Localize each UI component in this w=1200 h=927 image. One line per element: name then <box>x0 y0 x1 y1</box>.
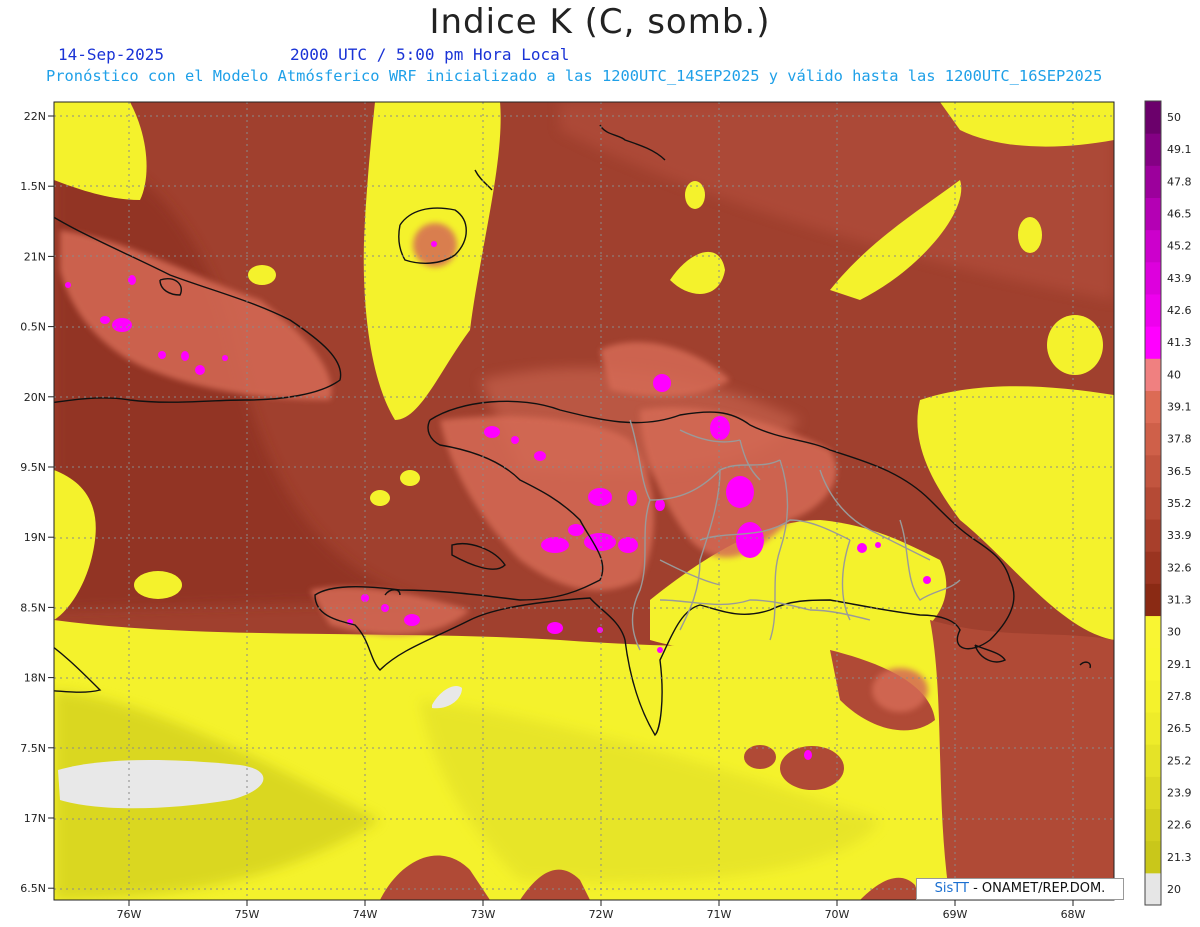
legend-label: 42.6 <box>1167 304 1192 317</box>
legend-label: 32.6 <box>1167 561 1192 574</box>
legend-swatch <box>1145 326 1161 359</box>
longitude-axis: 76W 75W 74W 73W 72W 71W 70W 69W 68W <box>117 900 1086 921</box>
lon-tick-label: 76W <box>117 908 142 921</box>
legend-label: 33.9 <box>1167 529 1192 542</box>
legend-label: 36.5 <box>1167 465 1192 478</box>
legend-swatch <box>1145 197 1161 231</box>
legend-label: 35.2 <box>1167 497 1192 510</box>
lon-tick-label: 69W <box>943 908 968 921</box>
legend-label: 30 <box>1167 626 1181 639</box>
legend-label: 26.5 <box>1167 722 1192 735</box>
legend-swatch <box>1145 744 1161 777</box>
lat-tick-label: 19N <box>24 531 46 544</box>
legend-swatch <box>1145 133 1161 166</box>
legend-label: 50 <box>1167 111 1181 124</box>
credit-brand: SisTT <box>934 881 969 896</box>
legend-label: 29.1 <box>1167 658 1192 671</box>
forecast-date: 14-Sep-2025 <box>58 45 164 64</box>
lon-tick-label: 71W <box>707 908 732 921</box>
legend-swatch <box>1145 679 1161 713</box>
color-legend: 20 21.3 22.6 23.9 25.2 26.5 27.8 29.1 30 31.3 32.6… <box>1144 100 1192 906</box>
legend-label: 45.2 <box>1167 240 1192 253</box>
legend-swatch <box>1145 872 1161 906</box>
lon-tick-label: 72W <box>589 908 614 921</box>
legend-swatch <box>1145 229 1161 263</box>
legend-swatch <box>1145 261 1161 295</box>
legend-label: 21.3 <box>1167 851 1192 864</box>
legend-swatch <box>1145 101 1161 134</box>
legend-swatch <box>1145 358 1161 391</box>
lat-tick-label: 1.5N <box>20 180 46 193</box>
legend-label: 40 <box>1167 368 1181 381</box>
legend-label: 47.8 <box>1167 175 1192 188</box>
lat-tick-label: 8.5N <box>20 601 46 614</box>
legend-label: 20 <box>1167 883 1181 896</box>
map-figure: 22N 1.5N 21N 0.5N 20N 9.5N 19N 8.5N 18N 7.5N 17N 6.… <box>20 100 1192 921</box>
legend-label: 27.8 <box>1167 690 1192 703</box>
credit-box: SisTT - ONAMET/REP.DOM. <box>916 878 1124 900</box>
legend-label: 39.1 <box>1167 401 1192 414</box>
lon-tick-label: 70W <box>825 908 850 921</box>
legend-label: 49.1 <box>1167 143 1192 156</box>
legend-label: 41.3 <box>1167 336 1192 349</box>
model-subtitle: Pronóstico con el Modelo Atmósferico WRF… <box>46 67 1103 85</box>
lon-tick-label: 68W <box>1061 908 1086 921</box>
map-title: Indice K (C, somb.) <box>429 2 771 42</box>
legend-label: 23.9 <box>1167 786 1192 799</box>
lat-tick-label: 20N <box>24 391 46 404</box>
lat-tick-label: 6.5N <box>20 882 46 895</box>
legend-label: 46.5 <box>1167 208 1192 221</box>
forecast-time: 2000 UTC / 5:00 pm Hora Local <box>290 45 570 64</box>
lat-tick-label: 7.5N <box>20 742 46 755</box>
legend-swatch <box>1145 776 1161 810</box>
legend-swatch <box>1145 808 1161 842</box>
legend-label: 37.8 <box>1167 433 1192 446</box>
legend-swatch <box>1145 293 1161 327</box>
latitude-axis: 22N 1.5N 21N 0.5N 20N 9.5N 19N 8.5N 18N 7.5N 17N 6.… <box>20 110 54 895</box>
legend-swatch <box>1145 840 1161 874</box>
legend-swatch <box>1145 551 1161 584</box>
lat-tick-label: 21N <box>24 250 46 263</box>
lon-tick-label: 73W <box>471 908 496 921</box>
legend-label: 25.2 <box>1167 754 1192 767</box>
lat-tick-label: 9.5N <box>20 461 46 474</box>
legend-swatch <box>1145 583 1161 617</box>
lat-tick-label: 0.5N <box>20 321 46 334</box>
legend-swatch <box>1145 165 1161 198</box>
lon-tick-label: 74W <box>353 908 378 921</box>
legend-label: 43.9 <box>1167 272 1192 285</box>
credit-text: - ONAMET/REP.DOM. <box>968 881 1106 896</box>
legend-swatch <box>1145 519 1161 552</box>
lat-tick-label: 18N <box>24 672 46 685</box>
legend-swatch <box>1145 390 1161 424</box>
legend-label: 22.6 <box>1167 819 1192 832</box>
legend-swatch <box>1145 712 1161 745</box>
lat-tick-label: 17N <box>24 812 46 825</box>
lat-tick-label: 22N <box>24 110 46 123</box>
legend-swatch <box>1145 647 1161 681</box>
lon-tick-label: 75W <box>235 908 260 921</box>
legend-label: 31.3 <box>1167 593 1192 606</box>
legend-swatch <box>1145 454 1161 488</box>
legend-swatch <box>1145 615 1161 649</box>
legend-swatch <box>1145 486 1161 520</box>
k-index-field <box>54 102 1114 900</box>
legend-swatch <box>1145 422 1161 456</box>
